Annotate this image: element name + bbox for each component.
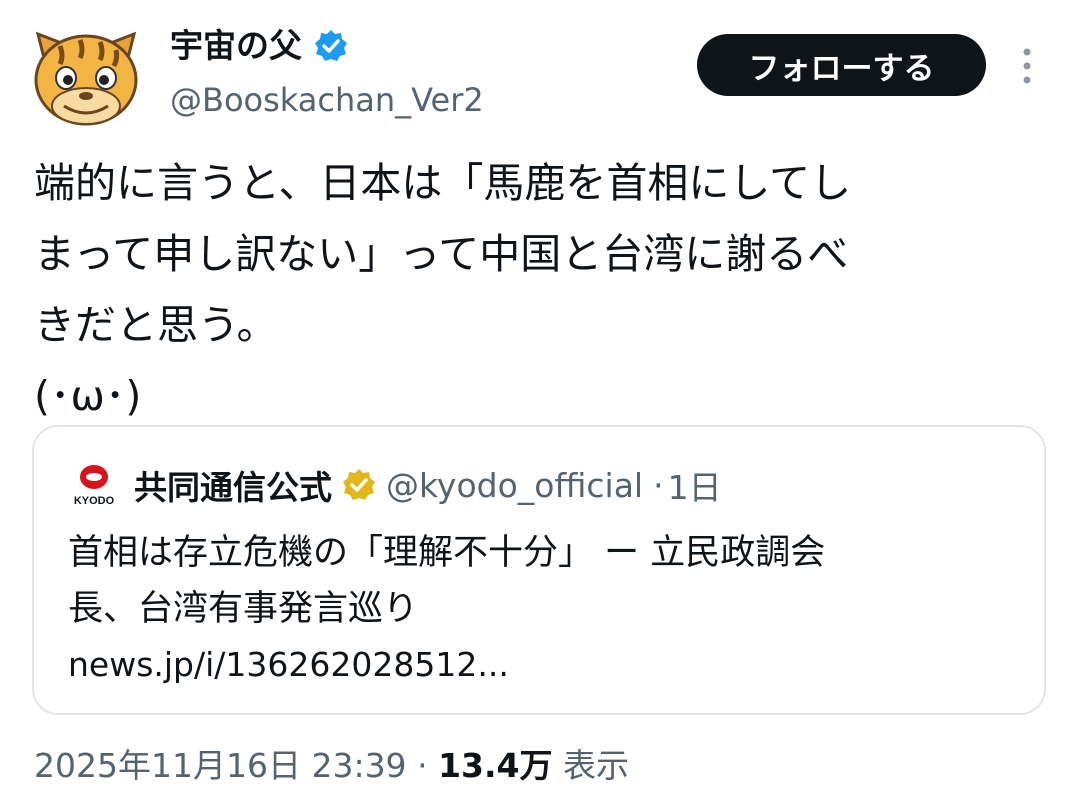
- author-display-name[interactable]: 宇宙の父: [170, 24, 348, 68]
- views-label: 表示: [562, 746, 629, 785]
- kyodo-logo[interactable]: KYODO: [68, 462, 120, 508]
- quote-header: KYODO 共同通信公式 @kyodo_official · 1日: [68, 459, 722, 511]
- follow-button[interactable]: フォローする: [697, 34, 986, 96]
- tweet-meta: 2025年11月16日 23:39 · 13.4万 表示: [34, 742, 629, 790]
- views-count: 13.4万: [438, 746, 553, 785]
- gold-verified-badge-icon: [342, 468, 376, 502]
- quote-author-handle[interactable]: @kyodo_official: [386, 466, 643, 505]
- more-vertical-icon[interactable]: [1012, 44, 1042, 88]
- quote-body-text: 首相は存立危機の「理解不十分」 ー 立民政調会 長、台湾有事発言巡り: [68, 533, 826, 629]
- quote-time[interactable]: 1日: [668, 461, 722, 509]
- author-name-text[interactable]: 宇宙の父: [170, 24, 302, 68]
- tweet-text: 端的に言うと、日本は「馬鹿を首相にしてし まって申し訳ない」って中国と台湾に謝る…: [34, 159, 852, 420]
- svg-text:KYODO: KYODO: [74, 495, 115, 507]
- quote-link[interactable]: news.jp/i/136262028512...: [68, 637, 509, 693]
- author-handle[interactable]: @Booskachan_Ver2: [170, 78, 484, 122]
- meta-separator: ·: [417, 746, 428, 785]
- avatar[interactable]: [30, 28, 142, 132]
- quote-separator: ·: [653, 465, 664, 505]
- quote-author-name[interactable]: 共同通信公式: [134, 461, 332, 509]
- quoted-tweet-card[interactable]: KYODO 共同通信公式 @kyodo_official · 1日 首相は存立危…: [32, 425, 1046, 715]
- tweet-timestamp[interactable]: 2025年11月16日 23:39: [34, 746, 407, 785]
- verified-badge-icon: [314, 29, 348, 63]
